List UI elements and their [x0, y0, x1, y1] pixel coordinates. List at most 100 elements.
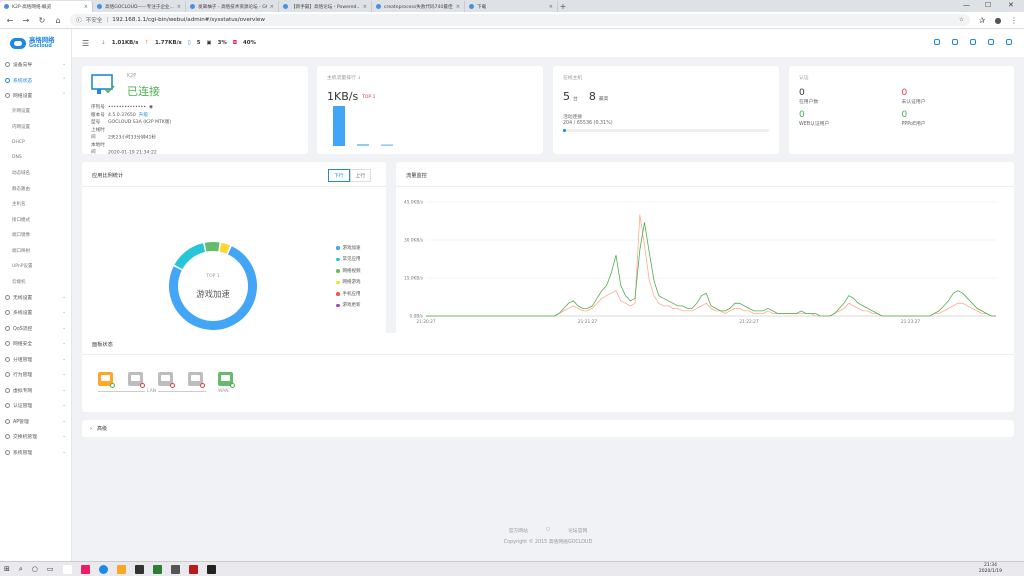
app-icon-2[interactable]	[80, 564, 90, 574]
star-icon[interactable]: ☆	[959, 17, 964, 23]
sidebar-subitem[interactable]: 静态路由	[0, 181, 71, 197]
sidebar-item[interactable]: 分组管理 ⌄	[0, 352, 71, 368]
edge-icon[interactable]	[98, 564, 108, 574]
app-icon-5[interactable]	[170, 564, 180, 574]
host-traffic-bar[interactable]	[333, 106, 345, 146]
port-lan4-icon[interactable]	[188, 372, 205, 388]
minimize-icon[interactable]: —	[963, 1, 970, 9]
app-legend-item[interactable]: 游戏更新	[336, 300, 361, 312]
sidebar-item[interactable]: 设备向导 ⌄	[0, 57, 71, 73]
sidebar-subitem[interactable]: UPnP设置	[0, 259, 71, 275]
browser-tab[interactable]: 下载 ×	[465, 1, 558, 12]
sidebar-item[interactable]: 认证管理 ⌄	[0, 398, 71, 414]
tab-close-icon[interactable]: ×	[549, 4, 553, 10]
sidebar-subitem[interactable]: DNS	[0, 150, 71, 166]
advanced-toggle[interactable]: › 高级	[82, 420, 1014, 437]
tab-close-icon[interactable]: ×	[84, 4, 88, 10]
sidebar-subitem[interactable]: 动态域名	[0, 166, 71, 182]
tab-close-icon[interactable]: ×	[363, 4, 367, 10]
port-lan3-icon[interactable]	[158, 372, 175, 388]
app-icon-6[interactable]	[188, 564, 198, 574]
sidebar-item[interactable]: 无线设置 ⌄	[0, 290, 71, 306]
donut-slice[interactable]	[204, 242, 220, 252]
upgrade-link[interactable]: 升级	[139, 113, 148, 118]
sidebar-subitem[interactable]: 接口模式	[0, 212, 71, 228]
back-icon[interactable]: ←	[6, 16, 14, 25]
sidebar-item[interactable]: QoS流控 ⌄	[0, 321, 71, 337]
hamburger-icon[interactable]: ☰	[82, 39, 89, 48]
official-site-link[interactable]: 官方网站	[509, 527, 528, 534]
app-icon-1[interactable]	[62, 564, 72, 574]
donut-slice[interactable]	[174, 243, 206, 270]
sidebar-item[interactable]: 虚拟专网 ⌄	[0, 383, 71, 399]
app-legend-item[interactable]: 网络游戏	[336, 277, 361, 289]
series-line-uplink[interactable]	[426, 214, 996, 317]
home-icon[interactable]: ⌂	[54, 16, 62, 25]
series-line-downlink[interactable]	[426, 222, 996, 317]
app-legend-item[interactable]: 常见应用	[336, 254, 361, 266]
port-wan-icon[interactable]	[218, 372, 235, 388]
sidebar-item[interactable]: 网络设置 ⌃	[0, 88, 71, 104]
host-traffic-bar[interactable]	[381, 144, 393, 146]
sidebar-item[interactable]: 网络安全 ⌄	[0, 336, 71, 352]
sidebar-item[interactable]: AP管理 ⌄	[0, 414, 71, 430]
tab-close-icon[interactable]: ×	[177, 4, 181, 10]
more-menu-icon[interactable]: ⋮	[1010, 16, 1018, 25]
network-icon[interactable]	[988, 39, 994, 45]
app-icon-4[interactable]	[152, 564, 162, 574]
eye-icon[interactable]: ◉	[149, 105, 153, 110]
search-icon[interactable]: ⌕	[19, 565, 23, 574]
tab-uplink[interactable]: 上行	[349, 169, 372, 182]
host-traffic-bar[interactable]	[357, 144, 369, 146]
new-tab-icon[interactable]: +	[558, 1, 568, 12]
start-icon[interactable]: ⊞	[4, 565, 10, 573]
forum-link[interactable]: 论坛官网	[568, 527, 587, 534]
settings-icon[interactable]	[970, 39, 976, 45]
system-clock[interactable]: 21:34 2020/1/19	[979, 563, 1002, 575]
browser-tab[interactable]: 发飙柚子 - 高恪技术资源论坛 - GO... ×	[186, 1, 279, 12]
maximize-icon[interactable]: ☐	[985, 1, 991, 9]
globe-icon[interactable]	[952, 39, 958, 45]
connection-status: 已连接	[127, 85, 160, 98]
tab-close-icon[interactable]: ×	[270, 4, 274, 10]
sidebar-item[interactable]: 系统状态 ⌃	[0, 73, 71, 89]
browser-tab[interactable]: createprocess失败代码740最佳解...×	[372, 1, 465, 12]
sidebar-subitem[interactable]: 云端机	[0, 274, 71, 290]
close-window-icon[interactable]: ✕	[1008, 1, 1014, 9]
port-lan1-icon[interactable]	[98, 372, 115, 388]
shirt-icon[interactable]	[934, 39, 940, 45]
sidebar-item[interactable]: 多线设置 ⌄	[0, 305, 71, 321]
forward-icon[interactable]: →	[22, 16, 30, 25]
app-legend-item[interactable]: 游戏加速	[336, 242, 361, 254]
sidebar-item[interactable]: 交换机管理 ⌄	[0, 429, 71, 445]
bookmarks-icon[interactable]: ✰	[978, 16, 986, 25]
app-legend-item[interactable]: 手机应用	[336, 288, 361, 300]
browser-tab[interactable]: 【新手篇】高恪论坛 - Powered... ×	[279, 1, 372, 12]
app-icon-3[interactable]	[134, 564, 144, 574]
sidebar-subitem[interactable]: 端口映射	[0, 243, 71, 259]
task-view-icon[interactable]: ▭	[47, 565, 54, 573]
sidebar-subitem[interactable]: DHCP	[0, 135, 71, 151]
reload-icon[interactable]: ↻	[38, 16, 46, 25]
tab-downlink[interactable]: 下行	[328, 169, 350, 182]
url-field[interactable]: ⓘ 不安全 | 192.168.1.1/cgi-bin/webui/admin#…	[70, 14, 970, 26]
browser-tab[interactable]: K2P·高恪网络·概览 ×	[0, 1, 93, 12]
port-lan2-icon[interactable]	[128, 372, 145, 388]
tab-close-icon[interactable]: ×	[456, 4, 460, 10]
sidebar-subitem[interactable]: 外网设置	[0, 104, 71, 120]
profile-icon[interactable]: ●	[994, 16, 1002, 25]
sidebar-item[interactable]: 系统管理 ⌄	[0, 445, 71, 461]
tab-favicon-icon	[190, 4, 195, 9]
sidebar-item[interactable]: 行为管理 ⌄	[0, 367, 71, 383]
terminal-icon[interactable]	[206, 564, 216, 574]
app-legend-item[interactable]: 网络视频	[336, 265, 361, 277]
sidebar-subitem[interactable]: 端口镜像	[0, 228, 71, 244]
browser-tab[interactable]: 高恪GOCLOUD——专注于企业... ×	[93, 1, 186, 12]
explorer-icon[interactable]	[116, 564, 126, 574]
cortana-icon[interactable]: ○	[32, 565, 38, 573]
donut-slice[interactable]	[219, 242, 231, 254]
sidebar-item-label: 设备向导	[13, 63, 33, 69]
sidebar-subitem[interactable]: 内网设置	[0, 119, 71, 135]
power-icon[interactable]	[1006, 39, 1012, 45]
sidebar-subitem[interactable]: 主机名	[0, 197, 71, 213]
